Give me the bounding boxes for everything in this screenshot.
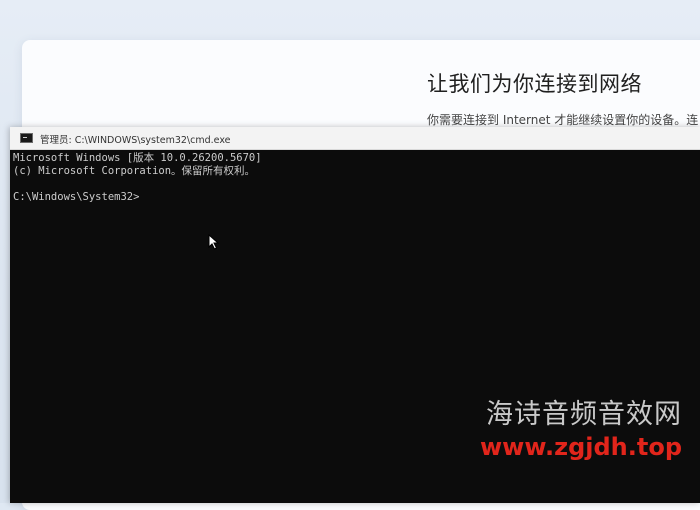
cmd-icon	[20, 133, 33, 143]
mouse-pointer-icon	[208, 234, 220, 250]
page-title: 让我们为你连接到网络	[427, 72, 642, 96]
page-subtitle: 你需要连接到 Internet 才能继续设置你的设备。连	[427, 113, 699, 127]
console-line-version: Microsoft Windows [版本 10.0.26200.5670]	[13, 152, 262, 164]
window-title: 管理员: C:\WINDOWS\system32\cmd.exe	[40, 135, 231, 146]
cmd-titlebar[interactable]: 管理员: C:\WINDOWS\system32\cmd.exe	[10, 127, 700, 150]
watermark-site-name: 海诗音频音效网	[486, 399, 682, 430]
watermark-site-url: www.zgjdh.top	[480, 433, 682, 461]
console-line-copyright: (c) Microsoft Corporation。保留所有权利。	[13, 165, 256, 177]
console-prompt[interactable]: C:\Windows\System32>	[13, 191, 139, 204]
